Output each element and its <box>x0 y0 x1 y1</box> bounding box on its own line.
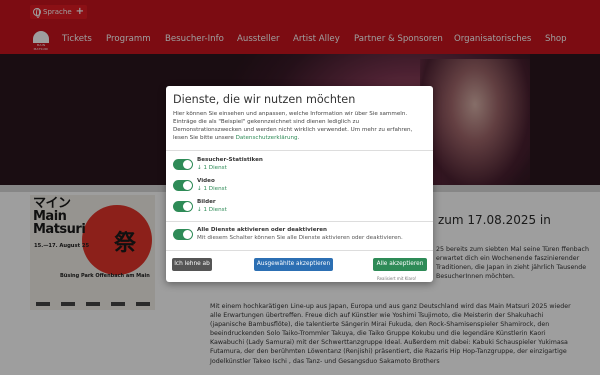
video-toggle[interactable] <box>173 180 193 191</box>
toggle-all-services: Alle Dienste aktivieren oder deaktiviere… <box>173 227 423 247</box>
service-besucher-statistiken: Besucher-Statistiken ↓ 1 Dienst <box>173 157 423 177</box>
consent-title: Dienste, die wir nutzen möchten <box>173 93 356 106</box>
service-name: Besucher-Statistiken <box>197 157 263 163</box>
toggle-all-description: Mit diesem Schalter können Sie alle Dien… <box>197 235 403 241</box>
toggle-all-switch[interactable] <box>173 229 193 240</box>
privacy-policy-link[interactable]: Datenschutzerklärung <box>236 135 298 141</box>
realized-with-klaro-link[interactable]: Realisiert mit Klaro! <box>377 276 417 281</box>
consent-dialog: Dienste, die wir nutzen möchten Hier kön… <box>166 86 433 282</box>
service-name: Bilder <box>197 199 216 205</box>
toggle-all-label: Alle Dienste aktivieren oder deaktiviere… <box>197 227 328 233</box>
service-video: Video ↓ 1 Dienst <box>173 178 423 198</box>
accept-all-button[interactable]: Alle akzeptieren <box>373 258 427 271</box>
service-count-link[interactable]: ↓ 1 Dienst <box>197 165 227 171</box>
service-count-link[interactable]: ↓ 1 Dienst <box>197 207 227 213</box>
consent-description: Hier können Sie einsehen und anpassen, w… <box>173 111 413 141</box>
service-count-link[interactable]: ↓ 1 Dienst <box>197 186 227 192</box>
service-bilder: Bilder ↓ 1 Dienst <box>173 199 423 219</box>
decline-button[interactable]: Ich lehne ab <box>172 258 212 271</box>
accept-selected-button[interactable]: Ausgewählte akzeptieren <box>254 258 333 271</box>
besucher-statistiken-toggle[interactable] <box>173 159 193 170</box>
service-name: Video <box>197 178 215 184</box>
bilder-toggle[interactable] <box>173 201 193 212</box>
